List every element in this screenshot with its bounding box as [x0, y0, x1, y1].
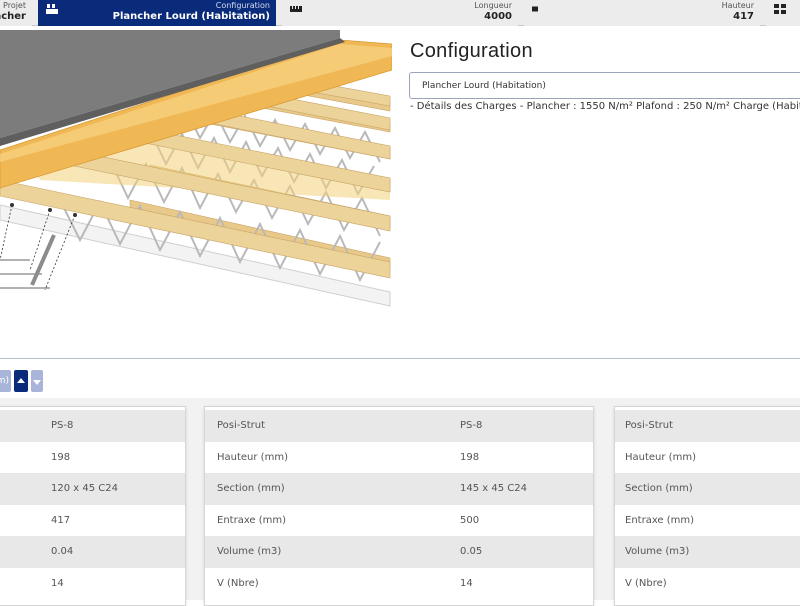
- row-value: 14: [51, 567, 185, 599]
- row-value: 198: [460, 441, 593, 473]
- row-key: Section (mm): [205, 473, 460, 505]
- pager-up-button[interactable]: [14, 370, 28, 392]
- configuration-tab[interactable]: Configuration Plancher Lourd (Habitation…: [38, 0, 276, 26]
- table-row: 120 x 45 C24: [0, 473, 185, 505]
- top-bar: Projet ncher Configuration Plancher Lour…: [0, 0, 800, 26]
- configuration-tab-label: Configuration: [215, 1, 270, 10]
- row-value: PS-8: [460, 410, 593, 442]
- project-tab[interactable]: Projet ncher: [0, 0, 32, 26]
- row-key: [0, 441, 51, 473]
- table-row: Hauteur (mm): [615, 441, 800, 473]
- charges-details: - Détails des Charges - Plancher : 1550 …: [410, 101, 800, 112]
- table-row: Posi-Strut PS-8: [205, 410, 593, 442]
- project-tab-label: Projet: [3, 1, 26, 10]
- result-table: PS-8 198 120 x 45 C24 417 0.04 14: [0, 410, 185, 599]
- pager-prev-button[interactable]: m): [0, 370, 11, 392]
- table-row: 198: [0, 441, 185, 473]
- row-key: Volume (m3): [205, 536, 460, 568]
- row-key: [0, 410, 51, 442]
- row-value: PS-8: [51, 410, 185, 442]
- extra-tab[interactable]: [766, 0, 800, 26]
- row-key: Posi-Strut: [615, 410, 800, 442]
- configuration-tab-value: Plancher Lourd (Habitation): [112, 11, 270, 22]
- table-row: Section (mm): [615, 473, 800, 505]
- hauteur-tab[interactable]: Hauteur 417: [524, 0, 760, 26]
- hauteur-tab-value: 417: [733, 11, 754, 22]
- triangle-up-icon: [17, 378, 25, 383]
- hauteur-tab-label: Hauteur: [721, 1, 754, 10]
- row-value: 198: [51, 441, 185, 473]
- row-key: Entraxe (mm): [615, 504, 800, 536]
- configuration-select[interactable]: Plancher Lourd (Habitation): [409, 72, 800, 99]
- row-key: Volume (m3): [615, 536, 800, 568]
- row-value: 14: [460, 567, 593, 599]
- table-row: 14: [0, 567, 185, 599]
- table-row: V (Nbre): [615, 567, 800, 599]
- row-key: [0, 567, 51, 599]
- row-key: Section (mm): [615, 473, 800, 505]
- row-value: 417: [51, 504, 185, 536]
- table-row: Hauteur (mm) 198: [205, 441, 593, 473]
- table-row: PS-8: [0, 410, 185, 442]
- table-row: Volume (m3): [615, 536, 800, 568]
- result-card: Posi-Strut Hauteur (mm) Section (mm) Ent…: [614, 406, 800, 606]
- height-bar-icon: [532, 6, 538, 12]
- row-value: 145 x 45 C24: [460, 473, 593, 505]
- row-key: [0, 536, 51, 568]
- result-table: Posi-Strut Hauteur (mm) Section (mm) Ent…: [615, 410, 800, 599]
- floor-illustration: [0, 30, 392, 310]
- row-key: [0, 473, 51, 505]
- longueur-tab[interactable]: Longueur 4000: [282, 0, 518, 26]
- row-key: Hauteur (mm): [205, 441, 460, 473]
- table-row: Section (mm) 145 x 45 C24: [205, 473, 593, 505]
- table-row: Entraxe (mm): [615, 504, 800, 536]
- row-value: 0.05: [460, 536, 593, 568]
- triangle-down-icon: [33, 380, 41, 385]
- result-card: PS-8 198 120 x 45 C24 417 0.04 14: [0, 406, 186, 606]
- section-divider: [0, 358, 800, 359]
- longueur-tab-label: Longueur: [474, 1, 512, 10]
- longueur-tab-value: 4000: [484, 11, 512, 22]
- floor-3d-drawing: [0, 30, 392, 307]
- structure-icon: [46, 4, 58, 14]
- table-row: V (Nbre) 14: [205, 567, 593, 599]
- project-tab-value: ncher: [0, 11, 26, 22]
- row-value: 120 x 45 C24: [51, 473, 185, 505]
- row-key: Posi-Strut: [205, 410, 460, 442]
- table-row: 417: [0, 504, 185, 536]
- table-row: Entraxe (mm) 500: [205, 504, 593, 536]
- row-key: [0, 504, 51, 536]
- result-card: Posi-Strut PS-8 Hauteur (mm) 198 Section (…: [204, 406, 594, 606]
- row-key: V (Nbre): [205, 567, 460, 599]
- row-value: 0.04: [51, 536, 185, 568]
- row-key: V (Nbre): [615, 567, 800, 599]
- table-row: Posi-Strut: [615, 410, 800, 442]
- page-title: Configuration: [410, 40, 533, 62]
- table-row: 0.04: [0, 536, 185, 568]
- table-row: Volume (m3) 0.05: [205, 536, 593, 568]
- pager-down-button[interactable]: [31, 370, 43, 392]
- row-value: 500: [460, 504, 593, 536]
- result-table: Posi-Strut PS-8 Hauteur (mm) 198 Section (…: [205, 410, 593, 599]
- stack-icon: [774, 4, 786, 14]
- row-key: Hauteur (mm): [615, 441, 800, 473]
- ruler-icon: [290, 6, 302, 12]
- row-key: Entraxe (mm): [205, 504, 460, 536]
